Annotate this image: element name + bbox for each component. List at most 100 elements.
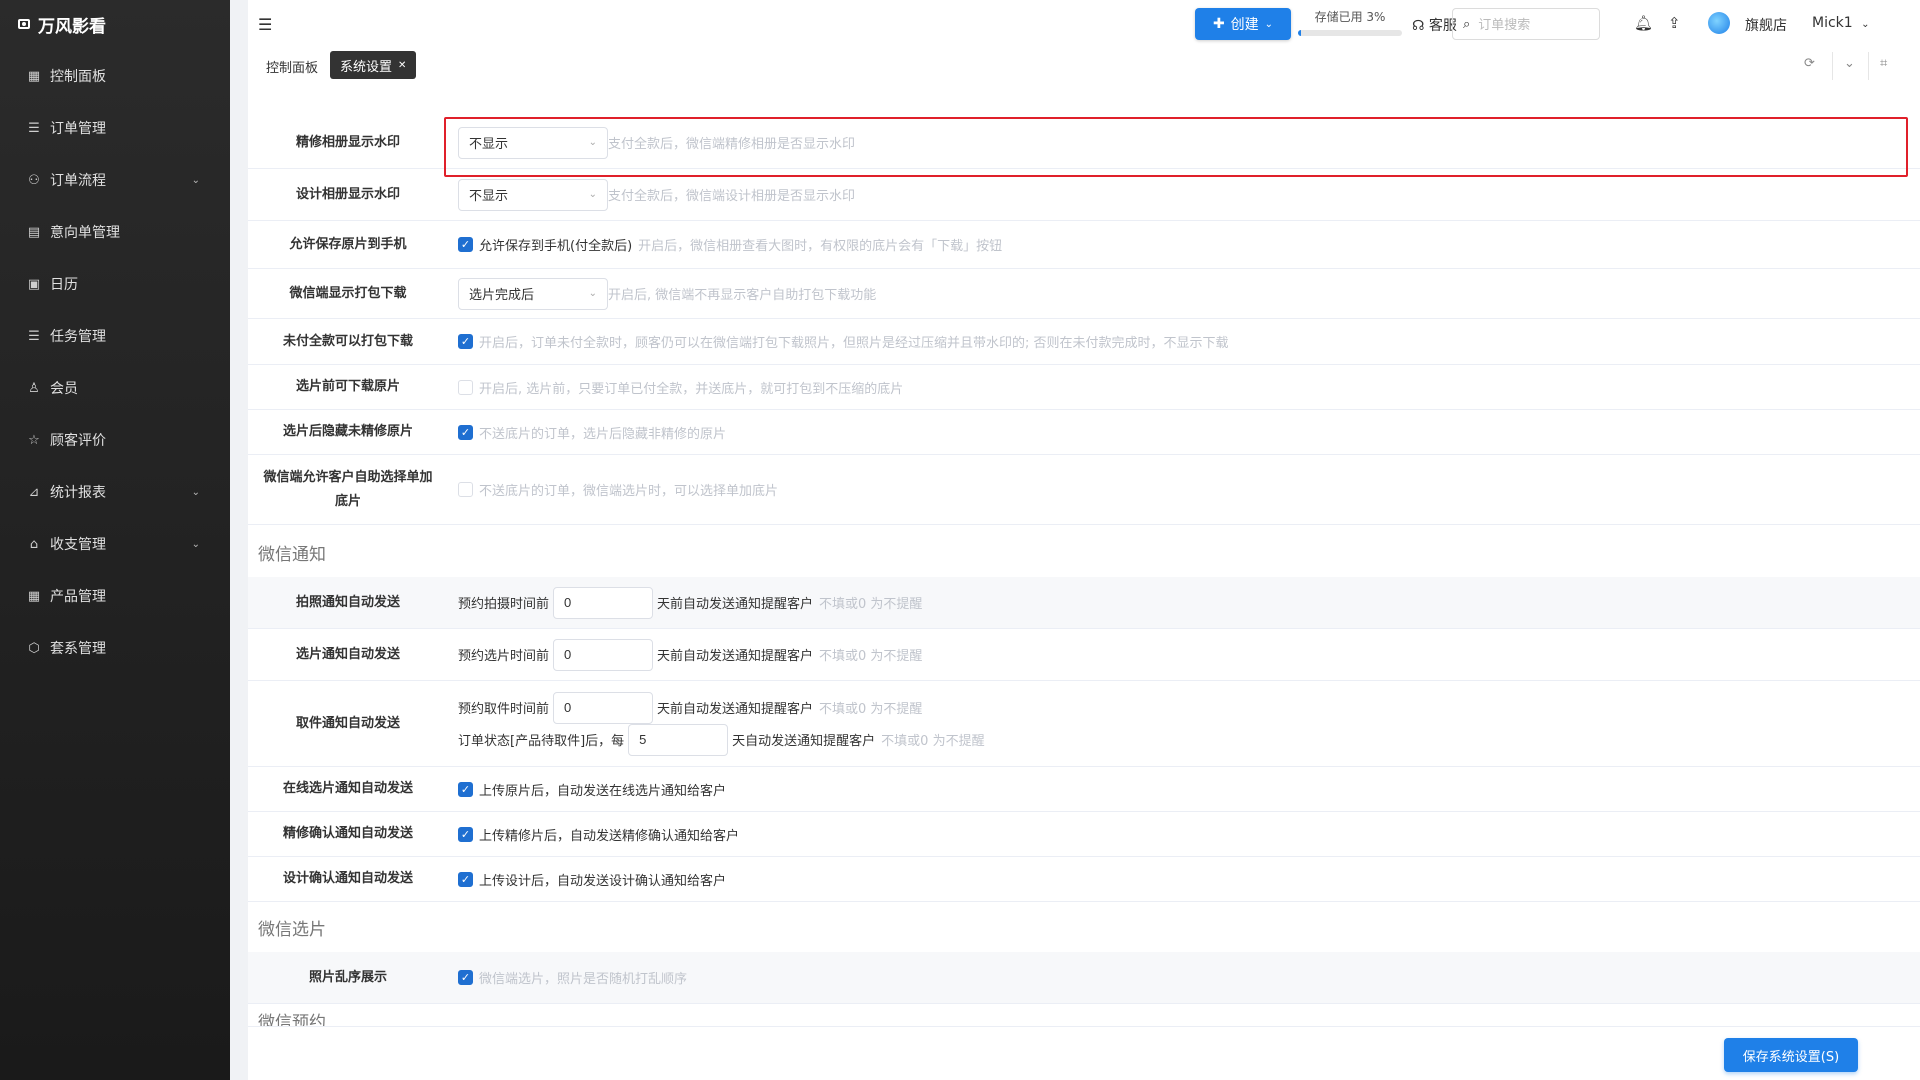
close-icon[interactable]: ✕ [398, 60, 406, 71]
store-logo [1708, 12, 1730, 34]
select-value: 不显示 [469, 189, 509, 204]
self-add-negative-checkbox[interactable] [458, 482, 473, 497]
fullscreen-icon[interactable]: ⌗ [1880, 56, 1887, 71]
package-icon: ⬡ [28, 640, 40, 656]
sidebar-item-7[interactable]: ☆ 顾客评价 [0, 414, 230, 466]
search-icon: ⌕ [1463, 16, 1471, 32]
sidebar-item-label: 收支管理 [50, 537, 106, 553]
input-prefix: 预约选片时间前 [458, 649, 550, 664]
setting-row-hide-unretouched: 选片后隐藏未精修原片 ✓ 不送底片的订单，选片后隐藏非精修的原片 [248, 410, 1920, 455]
customer-service-button[interactable]: ☊ 客服 [1412, 15, 1457, 35]
chevron-down-icon[interactable]: ⌄ [1844, 56, 1855, 71]
setting-label: 拍照通知自动发送 [295, 594, 400, 610]
online-select-notify-checkbox[interactable]: ✓ [458, 781, 473, 797]
sidebar-item-label: 控制面板 [50, 69, 106, 85]
sidebar-item-1[interactable]: ☰ 订单管理 [0, 102, 230, 154]
setting-control: ✓ 允许保存到手机(付全款后) 开启后，微信相册查看大图时，有权限的底片会有「下… [448, 221, 1920, 268]
input-suffix: 天前自动发送通知提醒客户 [657, 649, 814, 664]
order-search[interactable]: ⌕ [1452, 8, 1600, 40]
list-icon: ☰ [28, 120, 40, 136]
pickup-repeat-days-input[interactable] [628, 723, 729, 756]
unpaid-pack-checkbox[interactable]: ✓ [458, 334, 473, 349]
storage-label: 存储已用 3% [1314, 10, 1386, 24]
setting-row-pack-download: 微信端显示打包下载 选片完成后 ⌄ 开启后, 微信端不再显示客户自助打包下载功能 [248, 269, 1920, 319]
select-value: 选片完成后 [469, 288, 535, 303]
sidebar-item-0[interactable]: ▦ 控制面板 [0, 50, 230, 102]
setting-label: 照片乱序展示 [308, 969, 387, 985]
design-watermark-select[interactable]: 不显示 ⌄ [458, 178, 608, 211]
setting-control: ✓ 上传原片后，自动发送在线选片通知给客户 [448, 767, 1920, 811]
upload-icon[interactable]: ⇪ [1668, 14, 1681, 32]
tab-system-settings[interactable]: 系统设置 ✕ [330, 51, 417, 79]
chevron-down-icon: ⌄ [588, 288, 597, 299]
setting-row-online-select-notify: 在线选片通知自动发送 ✓ 上传原片后，自动发送在线选片通知给客户 [248, 767, 1920, 812]
create-button-label: 创建 [1230, 17, 1259, 33]
shoot-notify-days-input[interactable] [553, 586, 654, 619]
app-logo[interactable]: 万风影看 [0, 0, 230, 48]
setting-label: 在线选片通知自动发送 [282, 781, 413, 796]
sidebar-item-4[interactable]: ▣ 日历 [0, 258, 230, 310]
retouch-confirm-notify-checkbox[interactable]: ✓ [458, 826, 473, 842]
select-notify-days-input[interactable] [553, 638, 654, 671]
sidebar-item-6[interactable]: ♙ 会员 [0, 362, 230, 414]
store-name[interactable]: 旗舰店 [1745, 15, 1787, 35]
app-name: 万风影看 [38, 16, 106, 37]
save-original-checkbox[interactable]: ✓ [458, 237, 473, 252]
setting-control: ✓ 上传设计后，自动发送设计确认通知给客户 [448, 857, 1920, 901]
setting-row-shoot-notify: 拍照通知自动发送 预约拍摄时间前 天前自动发送通知提醒客户 不填或0 为不提醒 [248, 577, 1920, 629]
plus-icon: ✚ [1212, 16, 1225, 32]
sidebar-item-10[interactable]: ▦ 产品管理 [0, 570, 230, 622]
setting-hint: 开启后，订单未付全款时，顾客仍可以在微信端打包下载照片，但照片是经过压缩并且带水… [479, 336, 1229, 351]
storage-bar-fill [1298, 30, 1302, 36]
product-grid-icon: ▦ [27, 588, 41, 604]
chevron-down-icon: ⌄ [1861, 19, 1870, 30]
setting-label: 允许保存原片到手机 [289, 236, 407, 252]
storage-bar [1298, 30, 1402, 36]
setting-row-pickup-notify: 取件通知自动发送 预约取件时间前 天前自动发送通知提醒客户 不填或0 为不提醒 … [248, 681, 1920, 767]
refresh-icon[interactable]: ⟳ [1804, 56, 1815, 71]
chevron-down-icon: ⌄ [191, 486, 200, 498]
setting-hint: 不填或0 为不提醒 [819, 597, 923, 612]
shuffle-checkbox[interactable]: ✓ [458, 970, 473, 985]
menu-toggle-icon[interactable]: ☰ [258, 15, 272, 34]
setting-control: 选片完成后 ⌄ 开启后, 微信端不再显示客户自助打包下载功能 [448, 269, 1920, 318]
input-prefix: 预约拍摄时间前 [458, 597, 550, 612]
sidebar-item-9[interactable]: ⌂ 收支管理 ⌄ [0, 518, 230, 570]
setting-hint: 开启后，微信相册查看大图时，有权限的底片会有「下载」按钮 [638, 239, 1003, 254]
sidebar-item-label: 日历 [50, 277, 78, 293]
setting-label: 微信端显示打包下载 [289, 285, 407, 301]
setting-label: 取件通知自动发送 [295, 715, 400, 731]
sidebar-item-2[interactable]: ⚇ 订单流程 ⌄ [0, 154, 230, 206]
pack-download-select[interactable]: 选片完成后 ⌄ [458, 277, 608, 310]
section-title-notify: 微信通知 [258, 545, 326, 565]
document-icon: ▤ [27, 224, 41, 240]
setting-label: 选片后隐藏未精修原片 [282, 424, 413, 439]
tab-dashboard[interactable]: 控制面板 [258, 52, 326, 80]
flow-icon: ⚇ [28, 172, 40, 188]
sidebar-item-3[interactable]: ▤ 意向单管理 [0, 206, 230, 258]
sidebar-item-5[interactable]: ☰ 任务管理 [0, 310, 230, 362]
bank-icon: ⌂ [29, 536, 39, 552]
setting-control: 预约取件时间前 天前自动发送通知提醒客户 不填或0 为不提醒 订单状态[产品待取… [448, 681, 1920, 766]
sidebar: 万风影看 ▦ 控制面板 ☰ 订单管理 ⚇ 订单流程 ⌄ ▤ 意向单管理 ▣ 日历 ☰ 任务管理 ♙ 会员 ☆ 顾… [0, 0, 230, 1080]
order-search-input[interactable] [1478, 16, 1589, 32]
create-button[interactable]: ✚ 创建 ⌄ [1195, 8, 1291, 40]
pickup-notify-days-input[interactable] [553, 691, 654, 724]
sidebar-item-label: 产品管理 [50, 589, 106, 605]
setting-label: 精修确认通知自动发送 [282, 826, 413, 841]
grid-icon: ▦ [27, 68, 41, 84]
save-settings-button[interactable]: 保存系统设置(S) [1724, 1038, 1858, 1072]
settings-panel: 精修相册显示水印 不显示 ⌄ 支付全款后，微信端精修相册是否显示水印 设计相册显… [248, 96, 1920, 1026]
bell-icon[interactable]: 🔔︎ [1634, 14, 1653, 32]
section-title-booking: 微信预约 [258, 1013, 326, 1026]
hide-unretouched-checkbox[interactable]: ✓ [458, 424, 473, 440]
user-menu[interactable]: Mick1 ⌄ [1812, 15, 1870, 31]
design-confirm-notify-checkbox[interactable]: ✓ [458, 871, 473, 887]
setting-control: ✓ 微信端选片，照片是否随机打乱顺序 [448, 952, 1920, 1003]
sidebar-item-label: 顾客评价 [50, 433, 106, 449]
pre-select-download-checkbox[interactable] [458, 379, 473, 395]
sidebar-item-8[interactable]: ⊿ 统计报表 ⌄ [0, 466, 230, 518]
sidebar-item-11[interactable]: ⬡ 套系管理 [0, 622, 230, 674]
setting-hint: 不送底片的订单，选片后隐藏非精修的原片 [479, 426, 727, 442]
camera-icon [18, 19, 30, 29]
